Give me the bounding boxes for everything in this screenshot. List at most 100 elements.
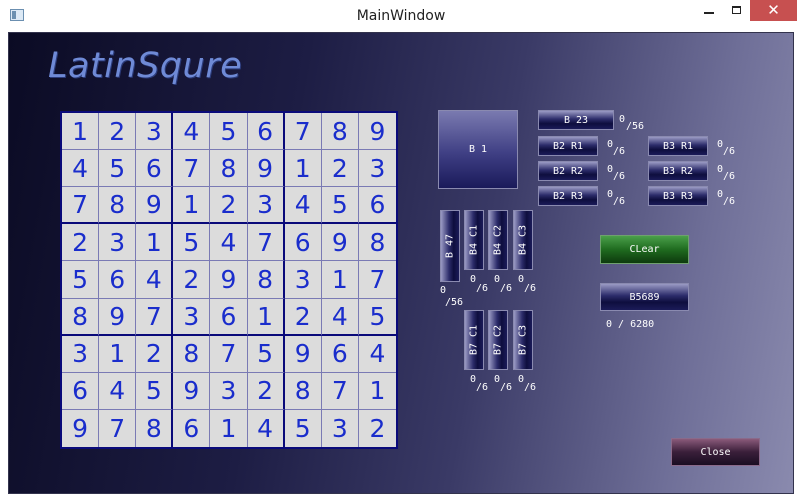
grid-cell[interactable]: 6 — [247, 113, 285, 151]
grid-cell[interactable]: 8 — [358, 224, 396, 262]
grid-cell[interactable]: 1 — [210, 409, 248, 447]
grid-cell[interactable]: 2 — [62, 224, 100, 262]
grid-cell[interactable]: 8 — [210, 150, 248, 188]
grid-cell[interactable]: 9 — [210, 261, 248, 299]
grid-cell[interactable]: 9 — [173, 372, 211, 410]
grid-cell[interactable]: 4 — [62, 150, 100, 188]
grid-cell[interactable]: 5 — [210, 113, 248, 151]
grid-cell[interactable]: 3 — [358, 150, 396, 188]
grid-cell[interactable]: 7 — [358, 261, 396, 299]
clear-button[interactable]: CLear — [600, 235, 689, 264]
grid-cell[interactable]: 2 — [99, 113, 137, 151]
grid-cell[interactable]: 2 — [247, 372, 285, 410]
grid-cell[interactable]: 4 — [99, 372, 137, 410]
grid-cell[interactable]: 6 — [210, 298, 248, 336]
grid-cell[interactable]: 3 — [99, 224, 137, 262]
grid-cell[interactable]: 7 — [284, 113, 322, 151]
b47-button[interactable]: B 47 — [440, 210, 460, 282]
grid-cell[interactable]: 1 — [358, 373, 396, 410]
grid-cell[interactable]: 8 — [321, 113, 359, 151]
grid-cell[interactable]: 1 — [99, 335, 137, 373]
grid-cell[interactable]: 9 — [284, 335, 322, 373]
minimize-button[interactable] — [694, 0, 724, 21]
grid-cell[interactable]: 5 — [62, 261, 100, 299]
grid-cell[interactable]: 8 — [247, 261, 285, 299]
b3r2-button[interactable]: B3 R2 — [648, 161, 708, 181]
grid-cell[interactable]: 5 — [285, 409, 322, 447]
b2r3-button[interactable]: B2 R3 — [538, 186, 598, 206]
grid-cell[interactable]: 3 — [173, 298, 211, 336]
grid-cell[interactable]: 1 — [136, 224, 174, 262]
grid-cell[interactable]: 7 — [247, 224, 285, 262]
grid-cell[interactable]: 5 — [247, 335, 285, 373]
grid-cell[interactable]: 7 — [62, 187, 100, 225]
grid-cell[interactable]: 6 — [62, 372, 100, 410]
b2r2-button[interactable]: B2 R2 — [538, 161, 598, 181]
grid-cell[interactable]: 5 — [321, 187, 359, 225]
b1-button[interactable]: B 1 — [438, 110, 518, 189]
grid-cell[interactable]: 5 — [173, 224, 211, 262]
grid-cell[interactable]: 9 — [62, 409, 100, 447]
grid-cell[interactable]: 7 — [210, 335, 248, 373]
grid-cell[interactable]: 7 — [173, 150, 211, 188]
grid-cell[interactable]: 4 — [321, 298, 359, 336]
grid-cell[interactable]: 1 — [173, 187, 211, 225]
grid-cell[interactable]: 4 — [210, 224, 248, 262]
grid-cell[interactable]: 7 — [321, 372, 359, 410]
b7c1-button[interactable]: B7 C1 — [464, 310, 484, 370]
grid-cell[interactable]: 4 — [136, 261, 174, 299]
grid-cell[interactable]: 6 — [321, 335, 359, 373]
grid-cell[interactable]: 2 — [359, 410, 396, 447]
b5689-button[interactable]: B5689 — [600, 283, 689, 311]
grid-cell[interactable]: 8 — [99, 187, 137, 225]
grid-cell[interactable]: 9 — [247, 150, 285, 188]
grid-cell[interactable]: 9 — [321, 224, 359, 262]
grid-cell[interactable]: 4 — [284, 187, 322, 225]
grid-cell[interactable]: 6 — [173, 409, 211, 447]
grid-cell[interactable]: 1 — [284, 150, 322, 188]
maximize-button[interactable] — [724, 0, 750, 21]
b3r1-button[interactable]: B3 R1 — [648, 136, 708, 156]
grid-cell[interactable]: 1 — [247, 298, 285, 336]
b3r3-button[interactable]: B3 R3 — [648, 186, 708, 206]
grid-cell[interactable]: 6 — [358, 187, 396, 225]
grid-cell[interactable]: 1 — [62, 113, 100, 151]
grid-cell[interactable]: 6 — [99, 261, 137, 299]
b4c3-button[interactable]: B4 C3 — [513, 210, 533, 270]
close-window-button[interactable]: ✕ — [750, 0, 797, 21]
grid-cell[interactable]: 8 — [173, 335, 211, 373]
grid-cell[interactable]: 3 — [284, 261, 322, 299]
grid-cell[interactable]: 5 — [358, 299, 396, 336]
grid-cell[interactable]: 9 — [358, 113, 396, 151]
grid-cell[interactable]: 9 — [136, 187, 174, 225]
grid-cell[interactable]: 2 — [173, 261, 211, 299]
b4c2-button[interactable]: B4 C2 — [488, 210, 508, 270]
grid-cell[interactable]: 4 — [358, 336, 396, 373]
grid-cell[interactable]: 5 — [99, 150, 137, 188]
grid-cell[interactable]: 3 — [62, 335, 100, 373]
grid-cell[interactable]: 2 — [210, 187, 248, 225]
close-button[interactable]: Close — [671, 438, 760, 466]
grid-cell[interactable]: 4 — [248, 409, 285, 447]
grid-cell[interactable]: 8 — [136, 409, 174, 447]
grid-cell[interactable]: 2 — [321, 150, 359, 188]
grid-cell[interactable]: 2 — [136, 335, 174, 373]
b4c1-button[interactable]: B4 C1 — [464, 210, 484, 270]
b7c3-button[interactable]: B7 C3 — [513, 310, 533, 370]
grid-cell[interactable]: 7 — [136, 298, 174, 336]
grid-cell[interactable]: 2 — [284, 298, 322, 336]
b23-button[interactable]: B 23 — [538, 110, 614, 130]
grid-cell[interactable]: 4 — [173, 113, 211, 151]
grid-cell[interactable]: 9 — [99, 298, 137, 336]
b2r1-button[interactable]: B2 R1 — [538, 136, 598, 156]
grid-cell[interactable]: 3 — [247, 187, 285, 225]
grid-cell[interactable]: 8 — [284, 372, 322, 410]
grid-cell[interactable]: 8 — [62, 298, 100, 336]
grid-cell[interactable]: 6 — [284, 224, 322, 262]
grid-cell[interactable]: 3 — [136, 113, 174, 151]
grid-cell[interactable]: 6 — [136, 150, 174, 188]
grid-cell[interactable]: 5 — [136, 372, 174, 410]
grid-cell[interactable]: 7 — [99, 409, 137, 447]
grid-cell[interactable]: 1 — [321, 261, 359, 299]
grid-cell[interactable]: 3 — [210, 372, 248, 410]
